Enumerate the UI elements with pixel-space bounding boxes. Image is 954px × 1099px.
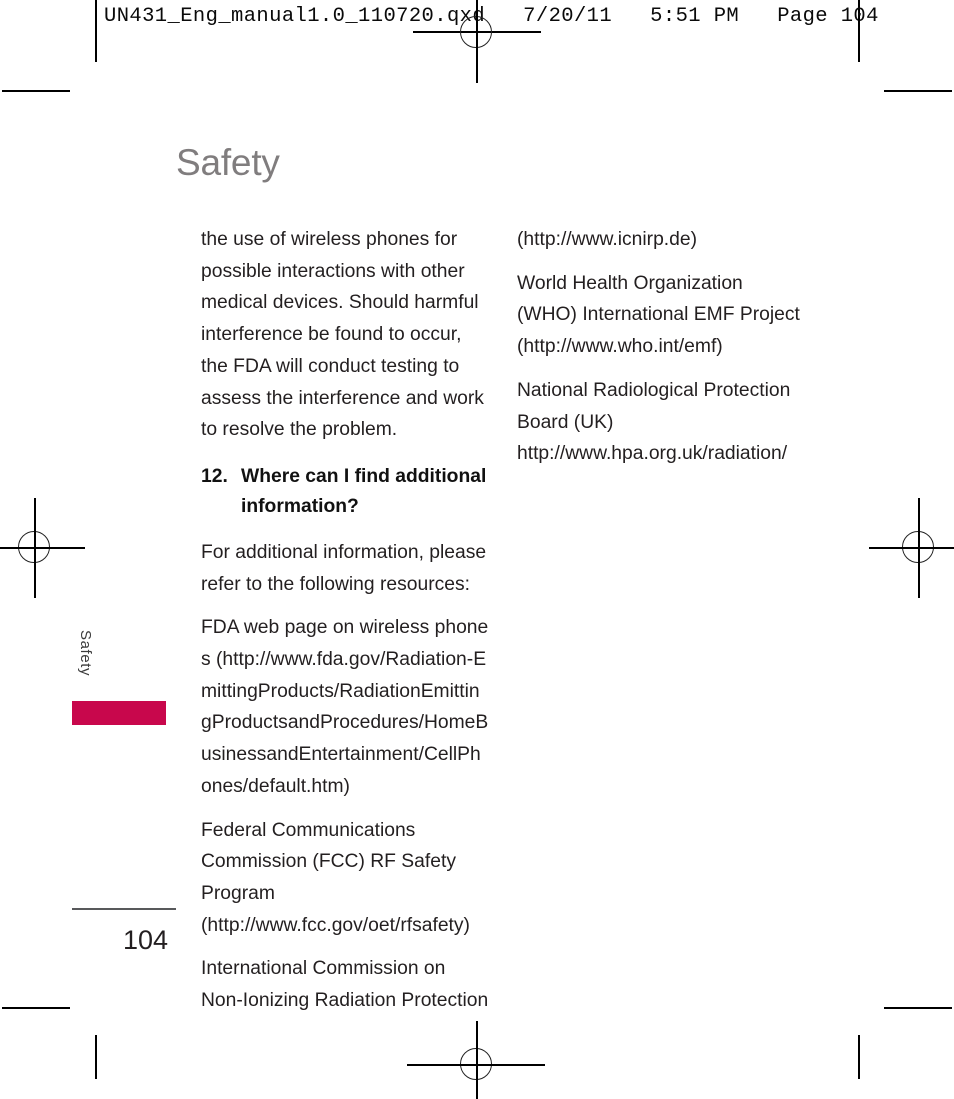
crop-mark-top-left-vertical	[95, 18, 97, 62]
paragraph-answer-intro: For additional information, please refer…	[201, 541, 487, 595]
side-tab-color-bar	[72, 701, 166, 725]
side-tab-label: Safety	[77, 630, 94, 677]
page-number: 104	[123, 925, 169, 955]
registration-crosshair-vertical	[476, 1021, 478, 1099]
footer-rule	[72, 908, 176, 910]
registration-crosshair-horizontal	[869, 547, 954, 549]
manual-page: UN431_Eng_manual1.0_110720.qxd 7/20/11 5…	[0, 0, 954, 1099]
question-number: 12.	[201, 465, 228, 487]
body-column-left: the use of wireless phones for possible …	[201, 224, 489, 1029]
resource-nrpb: National Radiological Protection Board (…	[517, 379, 791, 465]
crop-mark-bottom-left-horizontal	[2, 1007, 70, 1009]
registration-crosshair-horizontal	[0, 547, 85, 549]
resource-who: World Health Organization (WHO) Internat…	[517, 272, 800, 358]
registration-crosshair-vertical	[476, 0, 478, 83]
question-heading: 12. Where can I find additional informat…	[201, 462, 489, 522]
registration-target-left-icon	[0, 496, 87, 600]
crop-mark-bottom-left-vertical	[95, 1035, 97, 1079]
crop-mark-bottom-right-horizontal	[884, 1007, 952, 1009]
resource-fda: FDA web page on wireless phones (http://…	[201, 617, 489, 797]
paragraph-intro: the use of wireless phones for possible …	[201, 229, 484, 441]
resource-fcc: Federal Communications Commission (FCC) …	[201, 819, 470, 936]
resource-icnirp-start: International Commission on Non-Ionizing…	[201, 958, 489, 1012]
registration-target-top-icon	[425, 0, 529, 85]
crop-mark-top-right-horizontal	[884, 90, 952, 92]
page-title: Safety	[176, 142, 280, 183]
body-column-right: (http://www.icnirp.de) World Health Orga…	[517, 224, 805, 482]
crop-mark-top-left-horizontal	[2, 90, 70, 92]
crop-mark-top-right-vertical	[858, 18, 860, 62]
question-text: Where can I find additional information?	[241, 465, 487, 517]
registration-crosshair-horizontal	[407, 1064, 545, 1066]
resource-icnirp-url: (http://www.icnirp.de)	[517, 229, 698, 250]
crop-mark-bottom-right-vertical	[858, 1035, 860, 1079]
registration-target-right-icon	[867, 496, 954, 600]
